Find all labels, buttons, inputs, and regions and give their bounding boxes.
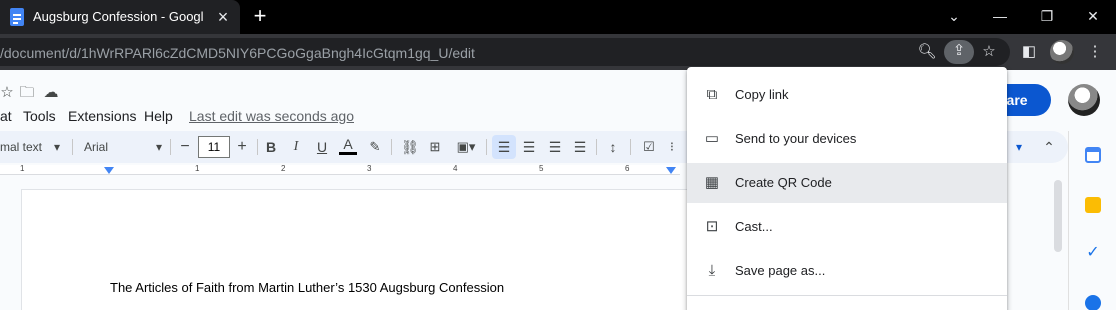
menu-item-cast[interactable]: ⊡ Cast... — [687, 207, 1007, 247]
zoom-icon[interactable]: 🔍︎ — [916, 41, 938, 63]
restore-icon[interactable]: ❐ — [1035, 4, 1059, 28]
toolbar-divider — [596, 139, 597, 155]
ruler-number: 1 — [20, 164, 25, 173]
bold-icon[interactable]: B — [262, 135, 280, 159]
side-panel-icon[interactable]: ◧ — [1018, 41, 1040, 63]
align-left-icon[interactable]: ☰ — [492, 135, 516, 159]
ruler-bar — [0, 165, 680, 175]
close-tab-icon[interactable]: × — [214, 8, 232, 26]
line-spacing-icon[interactable]: ↕ — [603, 135, 623, 159]
cloud-status-icon: ☁︎ — [43, 84, 59, 101]
share-page-icon[interactable]: ⇪ — [944, 40, 974, 64]
calendar-icon[interactable] — [1085, 147, 1101, 163]
keep-icon[interactable] — [1085, 197, 1101, 213]
move-folder-icon[interactable]: 🗀︎ — [16, 82, 38, 104]
font-family-value: Arial — [84, 140, 109, 154]
tab-strip: Augsburg Confession - Google Docs × + ⌄ … — [0, 0, 1116, 34]
menu-item-label: Save page as... — [735, 263, 826, 278]
document-body-text[interactable]: The Articles of Faith from Martin Luther… — [110, 280, 504, 295]
align-right-icon[interactable]: ☰ — [545, 135, 565, 159]
underline-icon[interactable]: U — [313, 135, 331, 159]
menu-divider — [687, 295, 1007, 296]
checklist-icon[interactable]: ☑ — [638, 135, 660, 159]
tasks-icon[interactable]: ✓ — [1085, 245, 1101, 261]
menu-item-label: Send to your devices — [735, 131, 857, 146]
menu-item-label: Cast... — [735, 219, 773, 234]
omnibox[interactable]: /document/d/1hWrRPARl6cZdCMD5NIY6PCGoGga… — [0, 38, 1010, 66]
highlight-pen-icon[interactable]: ✎ — [366, 135, 384, 159]
text-color-icon[interactable]: A — [339, 135, 357, 155]
chrome-menu-icon[interactable]: ⋮ — [1084, 41, 1106, 63]
insert-image-icon[interactable]: ▣▾ — [451, 135, 481, 159]
document-scrollbar[interactable] — [1054, 180, 1062, 252]
horizontal-ruler[interactable]: 1 1 2 3 4 5 6 — [0, 163, 680, 177]
menu-extensions[interactable]: Extensions — [68, 108, 136, 124]
save-page-icon: ⤓ — [708, 262, 716, 279]
account-avatar[interactable] — [1068, 84, 1100, 116]
collapse-menus-icon[interactable]: ⌃ — [1040, 135, 1058, 159]
menu-tools[interactable]: Tools — [23, 108, 56, 124]
copy-icon: ⧉ — [706, 86, 718, 103]
add-comment-icon[interactable]: ⊞ — [426, 135, 444, 159]
menu-item-save-page-as[interactable]: ⤓ Save page as... — [687, 251, 1007, 291]
browser-tab[interactable]: Augsburg Confession - Google Docs × — [0, 0, 240, 34]
bulleted-list-icon[interactable]: ⁝ — [664, 135, 680, 159]
devices-icon: ▭ — [704, 130, 720, 147]
right-indent-marker[interactable] — [666, 167, 676, 174]
ruler-number: 3 — [367, 164, 372, 173]
menu-item-label: Create QR Code — [735, 175, 832, 190]
tab-title: Augsburg Confession - Google Docs — [33, 9, 203, 24]
align-center-icon[interactable]: ☰ — [519, 135, 539, 159]
toolbar-divider — [170, 139, 171, 155]
justify-icon[interactable]: ☰ — [570, 135, 590, 159]
increase-font-size-button[interactable]: + — [233, 135, 251, 159]
menu-help[interactable]: Help — [144, 108, 173, 124]
decrease-font-size-button[interactable]: − — [176, 135, 194, 159]
ruler-number: 4 — [453, 164, 458, 173]
star-doc-icon[interactable]: ☆ — [0, 82, 14, 104]
toolbar-divider — [72, 139, 73, 155]
editing-mode-chevron-icon[interactable]: ▾ — [1010, 135, 1028, 159]
side-panel: ✓ — [1068, 131, 1116, 310]
left-indent-marker[interactable] — [104, 167, 114, 174]
menu-item-copy-link[interactable]: ⧉ Copy link — [687, 75, 1007, 115]
cast-icon: ⊡ — [705, 218, 719, 235]
ruler-number: 2 — [281, 164, 286, 173]
new-tab-button[interactable]: + — [249, 5, 271, 27]
menu-format[interactable]: at — [0, 108, 12, 124]
tab-search-icon[interactable]: ⌄ — [942, 4, 966, 28]
qr-code-icon: ▦ — [704, 174, 720, 191]
chevron-down-icon: ▾ — [54, 140, 61, 154]
last-edit-link[interactable]: Last edit was seconds ago — [189, 108, 354, 124]
toolbar-divider — [257, 139, 258, 155]
ruler-number: 5 — [539, 164, 544, 173]
address-bar-row: /document/d/1hWrRPARl6cZdCMD5NIY6PCGoGga… — [0, 34, 1116, 70]
chevron-down-icon: ▾ — [156, 140, 163, 154]
google-docs-icon — [10, 8, 24, 26]
share-menu: ⧉ Copy link ▭ Send to your devices ▦ Cre… — [687, 67, 1007, 310]
insert-link-icon[interactable]: ⛓ — [399, 135, 421, 159]
contacts-icon[interactable] — [1085, 295, 1101, 310]
profile-avatar[interactable] — [1050, 40, 1074, 64]
url-text[interactable]: /document/d/1hWrRPARl6cZdCMD5NIY6PCGoGga… — [0, 45, 475, 61]
font-size-input[interactable]: 11 — [198, 136, 230, 158]
font-family-dropdown[interactable]: Arial ▾ — [84, 135, 168, 159]
paragraph-style-value: mal text — [0, 140, 43, 154]
menu-item-label: Copy link — [735, 87, 789, 102]
menu-item-send-to-devices[interactable]: ▭ Send to your devices — [687, 119, 1007, 159]
ruler-number: 1 — [195, 164, 200, 173]
toolbar-divider — [486, 139, 487, 155]
ruler-number: 6 — [625, 164, 630, 173]
toolbar-divider — [391, 139, 392, 155]
minimize-icon[interactable]: — — [988, 4, 1012, 28]
paragraph-style-dropdown[interactable]: mal text ▾ — [0, 135, 66, 159]
italic-icon[interactable]: I — [287, 135, 305, 159]
menu-item-create-qr-code[interactable]: ▦ Create QR Code — [687, 163, 1007, 203]
toolbar-divider — [630, 139, 631, 155]
bookmark-star-icon[interactable]: ☆ — [978, 41, 1000, 63]
close-window-icon[interactable]: ✕ — [1081, 4, 1105, 28]
